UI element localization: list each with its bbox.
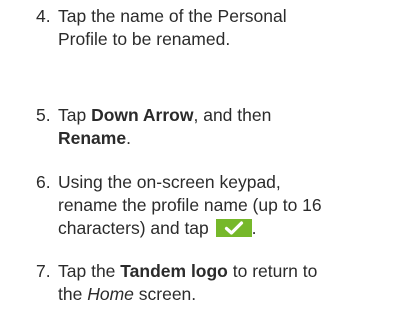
step-text: Tap the Tandem logo to return to the Hom… [58, 260, 388, 306]
step-line: the Home screen. [58, 283, 388, 306]
step-text-fragment: , and then [193, 105, 272, 125]
step-number: 4. [36, 6, 51, 26]
rename-label: Rename [58, 128, 127, 148]
step-text-fragment: Tap the [58, 261, 121, 281]
step-line: Profile to be renamed. [58, 29, 231, 49]
step-line: Tap Down Arrow, and then [58, 104, 388, 127]
step-line: Rename. [58, 127, 388, 150]
step-text-fragment: the [58, 284, 88, 304]
home-screen-label: Home [87, 284, 134, 304]
tandem-logo-label: Tandem logo [120, 261, 228, 281]
step-text-fragment: characters) and tap [58, 218, 214, 238]
step-number: 5. [36, 105, 51, 125]
step-text-fragment: to return to [227, 261, 318, 281]
step-line: Tap the Tandem logo to return to [58, 260, 388, 283]
checkmark-icon [215, 219, 252, 237]
step-line: rename the profile name (up to 16 [58, 195, 322, 215]
step-text-fragment: . [251, 218, 257, 238]
down-arrow-label: Down Arrow [91, 105, 194, 125]
step-line: Using the on-screen keypad, [58, 172, 281, 192]
step-line: Tap the name of the Personal [58, 6, 287, 26]
step-text-fragment: screen. [133, 284, 197, 304]
step-line: characters) and tap . [58, 217, 388, 240]
step-text: Tap the name of the Personal Profile to … [58, 5, 388, 51]
step-text-fragment: . [126, 128, 131, 148]
step-text: Using the on-screen keypad, rename the p… [58, 171, 388, 240]
step-number: 6. [36, 172, 51, 192]
step-text-fragment: Tap [58, 105, 92, 125]
step-number: 7. [36, 261, 51, 281]
step-text: Tap Down Arrow, and then Rename. [58, 104, 388, 150]
